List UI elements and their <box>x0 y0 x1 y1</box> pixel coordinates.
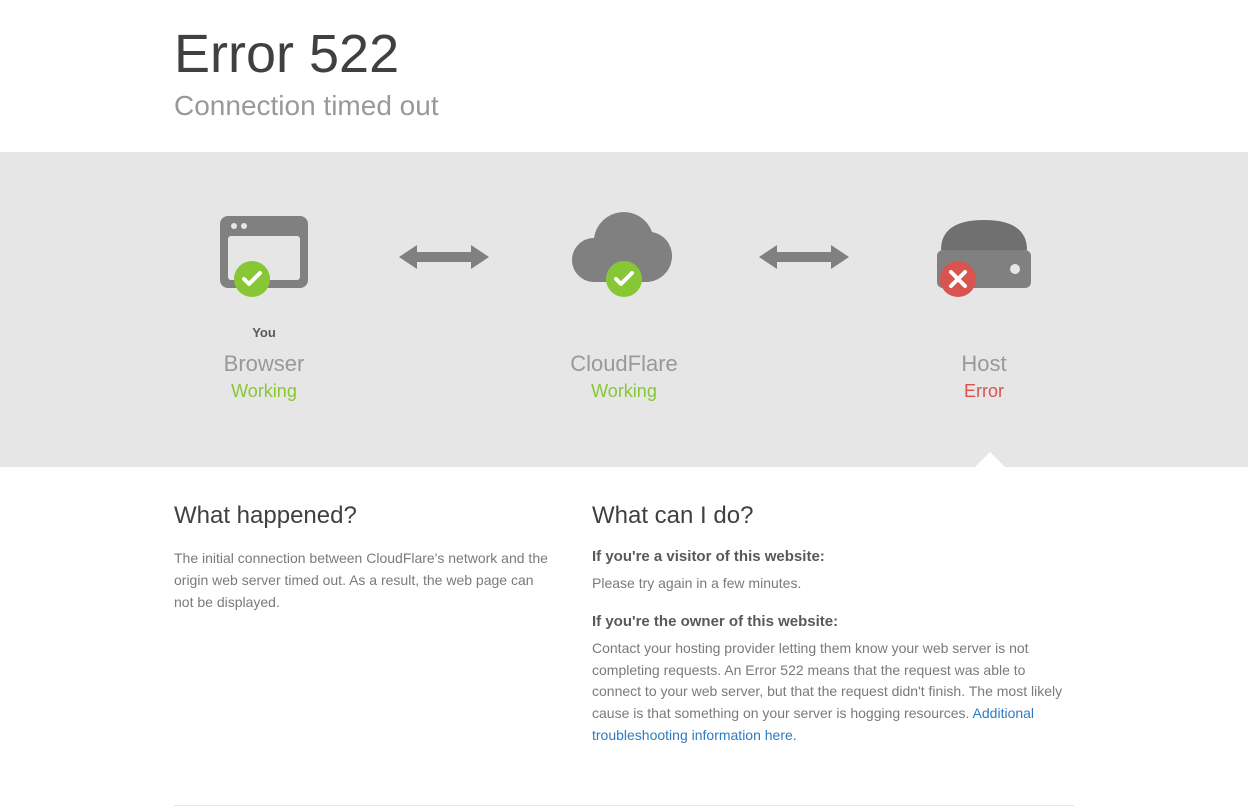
owner-heading: If you're the owner of this website: <box>592 613 1074 630</box>
status-ok-badge-icon <box>604 259 644 304</box>
node-host: Host Error <box>894 207 1074 402</box>
what-happened-heading: What happened? <box>174 502 552 530</box>
owner-body: Contact your hosting provider letting th… <box>592 638 1074 746</box>
error-subtitle: Connection timed out <box>174 90 1074 122</box>
node-host-title: Host <box>894 351 1074 377</box>
node-host-sublabel <box>894 325 1074 341</box>
status-band: You Browser Working <box>0 152 1248 467</box>
node-cloudflare-sublabel <box>534 325 714 341</box>
node-browser-status: Working <box>174 381 354 402</box>
arrow-icon <box>399 207 489 307</box>
node-cloudflare: CloudFlare Working <box>534 207 714 402</box>
node-browser-sublabel: You <box>174 325 354 341</box>
visitor-heading: If you're a visitor of this website: <box>592 548 1074 565</box>
error-title: Error 522 <box>174 25 1074 84</box>
node-cloudflare-title: CloudFlare <box>534 351 714 377</box>
status-error-badge-icon <box>938 259 978 304</box>
node-cloudflare-status: Working <box>534 381 714 402</box>
pointer-triangle-icon <box>974 452 1006 468</box>
node-host-status: Error <box>894 381 1074 402</box>
what-happened-body: The initial connection between CloudFlar… <box>174 548 552 613</box>
what-can-i-do-heading: What can I do? <box>592 502 1074 530</box>
arrow-icon <box>759 207 849 307</box>
node-browser: You Browser Working <box>174 207 354 402</box>
status-ok-badge-icon <box>232 259 272 304</box>
visitor-body: Please try again in a few minutes. <box>592 573 1074 595</box>
node-browser-title: Browser <box>174 351 354 377</box>
